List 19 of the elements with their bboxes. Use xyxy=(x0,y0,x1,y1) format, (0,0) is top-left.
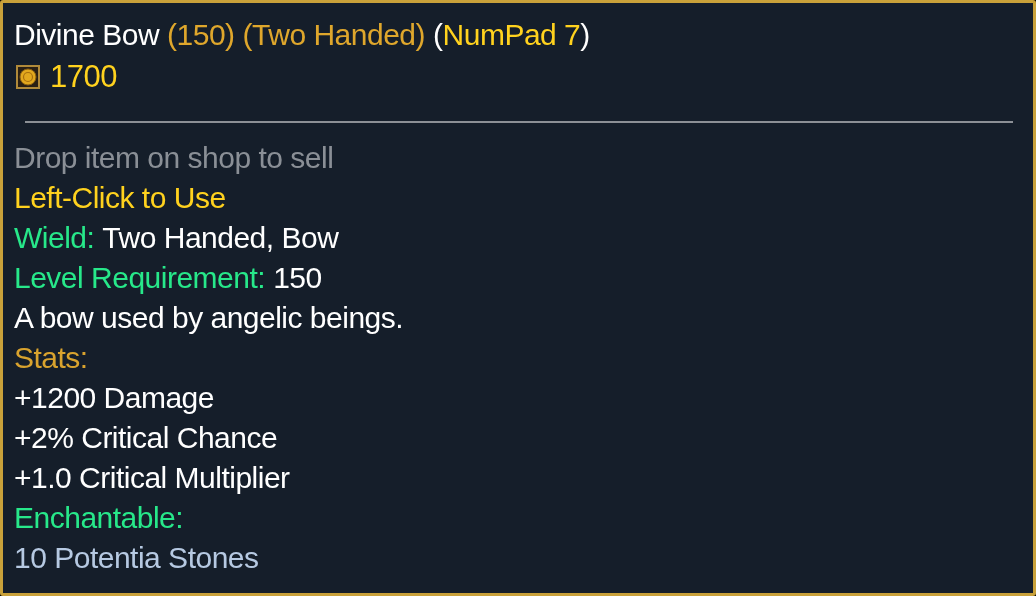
item-tag: (Two Handed) xyxy=(242,15,426,55)
attribute-label: Level Requirement: xyxy=(14,260,266,296)
stat-text: +2% Critical Chance xyxy=(14,420,278,456)
hotkey-text: (NumPad 7) xyxy=(433,17,590,53)
coin-icon xyxy=(16,65,40,89)
item-name: Divine Bow xyxy=(14,17,160,53)
description-text: A bow used by angelic beings. xyxy=(14,300,404,336)
section-heading: Enchantable: xyxy=(14,500,184,536)
hint-text: Drop item on shop to sell xyxy=(14,140,334,176)
item-tag: (150) xyxy=(167,15,235,55)
enchant-text: 10 Potentia Stones xyxy=(14,540,259,576)
attribute-value: 150 xyxy=(273,260,322,296)
price-text: 1700 xyxy=(50,58,117,96)
stat-text: +1.0 Critical Multiplier xyxy=(14,460,290,496)
attribute-label: Wield: xyxy=(14,220,95,256)
stat-text: +1200 Damage xyxy=(14,380,214,416)
attribute-value: Two Handed, Bow xyxy=(102,220,339,256)
section-heading: Stats: xyxy=(14,340,88,376)
action-text: Left-Click to Use xyxy=(14,180,226,216)
